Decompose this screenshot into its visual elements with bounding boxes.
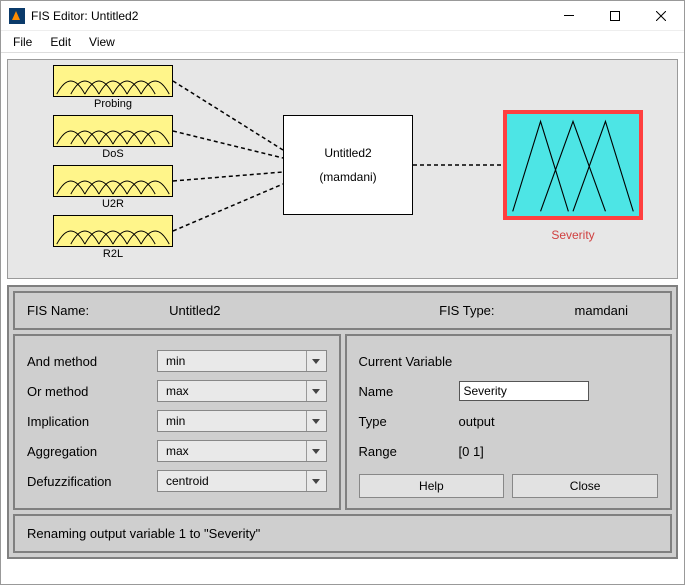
defuzz-select[interactable]: centroid bbox=[157, 470, 327, 492]
chevron-down-icon bbox=[306, 351, 326, 371]
minimize-button[interactable] bbox=[546, 1, 592, 30]
fis-block-type: (mamdani) bbox=[319, 170, 376, 184]
chevron-down-icon bbox=[306, 441, 326, 461]
implication-select[interactable]: min bbox=[157, 410, 327, 432]
aggregation-select[interactable]: max bbox=[157, 440, 327, 462]
input-label-r2l: R2L bbox=[53, 248, 173, 260]
or-method-select[interactable]: max bbox=[157, 380, 327, 402]
matlab-icon bbox=[9, 8, 25, 24]
window-controls bbox=[546, 1, 684, 30]
maximize-button[interactable] bbox=[592, 1, 638, 30]
diagram-canvas[interactable]: Probing DoS U2R R2L Untitled2 (mamdani) bbox=[7, 59, 678, 279]
chevron-down-icon bbox=[306, 471, 326, 491]
current-variable-heading: Current Variable bbox=[359, 354, 453, 369]
chevron-down-icon bbox=[306, 411, 326, 431]
input-label-probing: Probing bbox=[53, 98, 173, 110]
window-title: FIS Editor: Untitled2 bbox=[31, 9, 546, 23]
close-button[interactable] bbox=[638, 1, 684, 30]
properties-panel: FIS Name: Untitled2 FIS Type: mamdani An… bbox=[7, 285, 678, 559]
input-label-u2r: U2R bbox=[53, 198, 173, 210]
var-name-label: Name bbox=[359, 384, 459, 399]
and-method-select[interactable]: min bbox=[157, 350, 327, 372]
close-panel-button[interactable]: Close bbox=[512, 474, 658, 498]
help-button[interactable]: Help bbox=[359, 474, 505, 498]
or-method-label: Or method bbox=[27, 384, 157, 399]
fis-type-value: mamdani bbox=[575, 303, 628, 318]
window: FIS Editor: Untitled2 File Edit View Pro… bbox=[0, 0, 685, 585]
fis-name-label: FIS Name: bbox=[27, 303, 89, 318]
titlebar: FIS Editor: Untitled2 bbox=[1, 1, 684, 31]
status-bar: Renaming output variable 1 to "Severity" bbox=[13, 514, 672, 553]
menu-edit[interactable]: Edit bbox=[50, 35, 71, 49]
menubar: File Edit View bbox=[1, 31, 684, 53]
fis-type-label: FIS Type: bbox=[439, 303, 494, 318]
fis-name-value: Untitled2 bbox=[169, 303, 220, 318]
and-method-label: And method bbox=[27, 354, 157, 369]
current-variable-panel: Current Variable Name Severity Type outp… bbox=[345, 334, 673, 510]
input-block-probing[interactable] bbox=[53, 65, 173, 97]
input-label-dos: DoS bbox=[53, 148, 173, 160]
var-range-label: Range bbox=[359, 444, 459, 459]
implication-label: Implication bbox=[27, 414, 157, 429]
output-label-severity: Severity bbox=[503, 228, 643, 242]
methods-panel: And method min Or method max Implication bbox=[13, 334, 341, 510]
aggregation-label: Aggregation bbox=[27, 444, 157, 459]
menu-file[interactable]: File bbox=[13, 35, 32, 49]
fis-block[interactable]: Untitled2 (mamdani) bbox=[283, 115, 413, 215]
var-range-value: [0 1] bbox=[459, 444, 484, 459]
fis-block-name: Untitled2 bbox=[324, 146, 371, 160]
output-block-severity[interactable] bbox=[503, 110, 643, 220]
input-block-u2r[interactable] bbox=[53, 165, 173, 197]
input-block-dos[interactable] bbox=[53, 115, 173, 147]
var-name-input[interactable]: Severity bbox=[459, 381, 589, 401]
fis-info-row: FIS Name: Untitled2 FIS Type: mamdani bbox=[13, 291, 672, 330]
status-text: Renaming output variable 1 to "Severity" bbox=[27, 526, 260, 541]
chevron-down-icon bbox=[306, 381, 326, 401]
defuzz-label: Defuzzification bbox=[27, 474, 157, 489]
input-block-r2l[interactable] bbox=[53, 215, 173, 247]
var-type-label: Type bbox=[359, 414, 459, 429]
var-type-value: output bbox=[459, 414, 495, 429]
menu-view[interactable]: View bbox=[89, 35, 115, 49]
